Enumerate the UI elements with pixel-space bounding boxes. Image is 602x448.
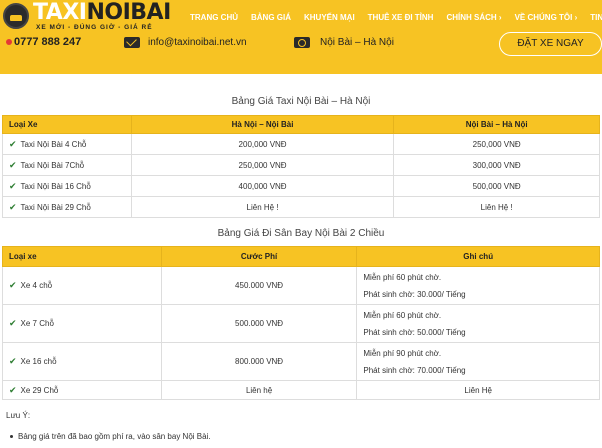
logo-emblem-icon[interactable] <box>3 3 29 29</box>
email-address[interactable]: info@taxinoibai.net.vn <box>148 37 247 48</box>
nav-policy[interactable]: CHÍNH SÁCH › <box>446 13 501 27</box>
check-icon: ✔ <box>9 201 17 212</box>
table2-title: Bảng Giá Đi Sân Bay Nội Bài 2 Chiều <box>217 228 385 239</box>
logo[interactable]: TAXINOIBAI <box>33 1 171 25</box>
table-row: ✔ Taxi Nội Bài 16 Chỗ 400,000 VNĐ 500,000… <box>2 175 600 197</box>
email-icon <box>124 37 140 48</box>
nav-price[interactable]: BẢNG GIÁ <box>251 13 291 27</box>
check-icon: ✔ <box>9 280 17 290</box>
location-icon <box>294 37 310 48</box>
col-header-fare: Cước Phí <box>160 246 358 267</box>
check-icon: ✔ <box>9 384 17 395</box>
phone-number[interactable]: 0777 888 247 <box>6 36 81 48</box>
check-icon: ✔ <box>9 356 17 366</box>
nav-news[interactable]: TIN TỨC <box>590 13 602 27</box>
table-row: ✔ Taxi Nội Bài 29 Chỗ Liên Hệ ! Liên Hệ ! <box>2 196 600 218</box>
price-table-hanoi: Loại Xe Hà Nội – Nội Bài Nội Bài – Hà Nộ… <box>2 115 600 218</box>
col-header-note: Ghi chú <box>356 246 600 267</box>
table-row: ✔ Taxi Nội Bài 4 Chỗ 200,000 VNĐ 250,000 … <box>2 133 600 155</box>
note-title: Lưu Ý: <box>6 411 31 420</box>
main-nav: TRANG CHỦ BẢNG GIÁ KHUYẾN MẠI THUÊ XE ĐI… <box>190 13 602 27</box>
col-header-vehicle: Loại xe <box>2 246 162 267</box>
check-icon: ✔ <box>9 159 17 170</box>
check-icon: ✔ <box>9 138 17 149</box>
check-icon: ✔ <box>9 318 17 328</box>
nav-province[interactable]: THUÊ XE ĐI TỈNH <box>368 13 434 27</box>
nav-home[interactable]: TRANG CHỦ <box>190 13 238 27</box>
location-text: Nội Bài – Hà Nội <box>320 37 394 48</box>
table-row: ✔ Xe 16 chỗ 800.000 VNĐ Miễn phí 90 phút … <box>2 342 600 381</box>
nav-about[interactable]: VỀ CHÚNG TÔI › <box>515 13 578 27</box>
check-icon: ✔ <box>9 180 17 191</box>
col-header-hn-nb: Hà Nội – Nội Bài <box>130 115 395 134</box>
note-item: Bảng giá trên đã bao gồm phí ra, vào sân… <box>10 432 211 441</box>
table-row: ✔ Xe 7 Chỗ 500.000 VNĐ Miễn phí 60 phút c… <box>2 304 600 343</box>
table-row: ✔ Taxi Nội Bài 7Chỗ 250,000 VNĐ 300,000 V… <box>2 154 600 176</box>
phone-icon <box>6 39 12 46</box>
table-row: ✔ Xe 29 Chỗ Liên hệ Liên Hệ <box>2 380 600 400</box>
logo-tagline: XE MỚI - ĐÚNG GIỜ - GIÁ RẺ <box>36 24 153 31</box>
bullet-icon <box>10 435 13 439</box>
nav-promo[interactable]: KHUYẾN MẠI <box>304 13 355 27</box>
price-table-airport: Loại xe Cước Phí Ghi chú ✔ Xe 4 chỗ 450.0… <box>2 246 600 400</box>
col-header-vehicle: Loại Xe <box>2 115 132 134</box>
book-now-button[interactable]: ĐẶT XE NGAY <box>499 32 602 56</box>
table-row: ✔ Xe 4 chỗ 450.000 VNĐ Miễn phí 60 phút c… <box>2 266 600 305</box>
col-header-nb-hn: Nội Bài – Hà Nội <box>393 115 600 134</box>
table1-title: Bảng Giá Taxi Nội Bài – Hà Nội <box>231 96 371 107</box>
